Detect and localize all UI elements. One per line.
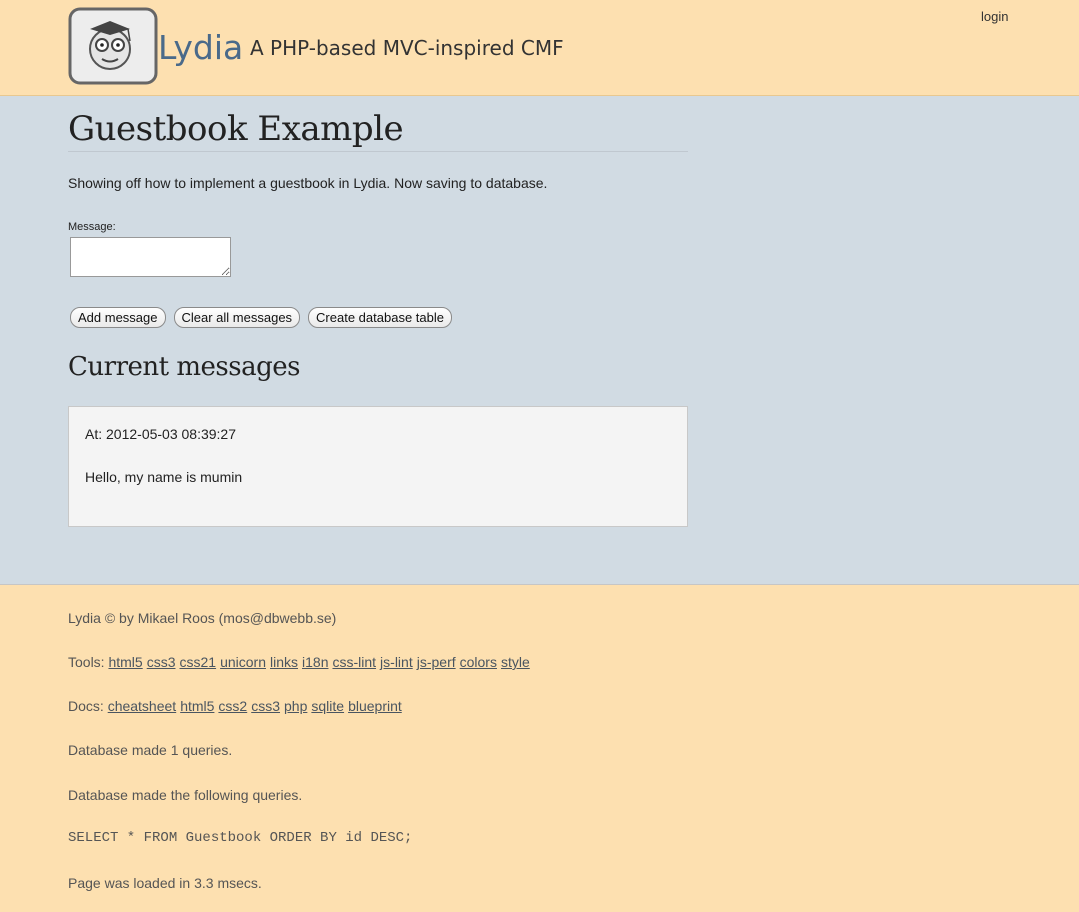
message-timestamp: At: 2012-05-03 08:39:27 (85, 426, 237, 442)
create-database-table-button[interactable]: Create database table (308, 307, 452, 328)
tool-link-js-perf[interactable]: js-perf (417, 654, 456, 670)
page-title: Guestbook Example (68, 96, 688, 152)
doc-link-blueprint[interactable]: blueprint (348, 698, 402, 714)
doc-link-html5[interactable]: html5 (180, 698, 214, 714)
doc-link-php[interactable]: php (284, 698, 307, 714)
doc-link-cheatsheet[interactable]: cheatsheet (108, 698, 177, 714)
message-label: Message: (68, 221, 116, 233)
main-content-area: Guestbook Example Showing off how to imp… (0, 96, 1079, 585)
site-header: Lydia A PHP-based MVC-inspired CMF login (0, 0, 1079, 96)
tools-label: Tools: (68, 654, 105, 670)
clear-all-messages-button[interactable]: Clear all messages (173, 307, 301, 328)
doc-link-css2[interactable]: css2 (218, 698, 247, 714)
tool-link-css-lint[interactable]: css-lint (332, 654, 376, 670)
tool-link-html5[interactable]: html5 (108, 654, 142, 670)
footer-credit: Lydia © by Mikael Roos (mos@dbwebb.se) (68, 610, 337, 626)
message-entry: At: 2012-05-03 08:39:27 Hello, my name i… (68, 406, 688, 527)
messages-heading: Current messages (68, 352, 300, 382)
tool-link-unicorn[interactable]: unicorn (220, 654, 266, 670)
message-textarea[interactable] (70, 237, 231, 277)
site-name[interactable]: Lydia (158, 28, 243, 67)
tool-link-i18n[interactable]: i18n (302, 654, 328, 670)
site-slogan: A PHP-based MVC-inspired CMF (250, 36, 564, 60)
tool-link-css21[interactable]: css21 (180, 654, 217, 670)
message-text: Hello, my name is mumin (85, 469, 243, 485)
tool-link-js-lint[interactable]: js-lint (380, 654, 413, 670)
db-query-count: Database made 1 queries. (68, 742, 233, 758)
page-load-time: Page was loaded in 3.3 msecs. (68, 875, 262, 891)
login-link[interactable]: login (981, 9, 1008, 24)
tool-link-colors[interactable]: colors (460, 654, 497, 670)
content: Guestbook Example Showing off how to imp… (68, 96, 688, 527)
db-queries-heading: Database made the following queries. (68, 787, 303, 803)
add-message-button[interactable]: Add message (70, 307, 166, 328)
form-buttons: Add message Clear all messages Create da… (68, 307, 688, 328)
doc-link-css3[interactable]: css3 (251, 698, 280, 714)
tool-link-links[interactable]: links (270, 654, 298, 670)
doc-link-sqlite[interactable]: sqlite (311, 698, 344, 714)
docs-label: Docs: (68, 698, 104, 714)
lydia-logo-icon[interactable] (68, 7, 158, 85)
footer-tools: Tools: html5 css3 css21 unicorn links i18n css… (68, 654, 534, 670)
db-query: SELECT * FROM Guestbook ORDER BY id DESC… (68, 830, 413, 846)
tool-link-style[interactable]: style (501, 654, 530, 670)
intro-text: Showing off how to implement a guestbook… (68, 175, 548, 191)
tool-link-css3[interactable]: css3 (147, 654, 176, 670)
footer-docs: Docs: cheatsheet html5 css2 css3 php sqlite bl… (68, 698, 406, 714)
